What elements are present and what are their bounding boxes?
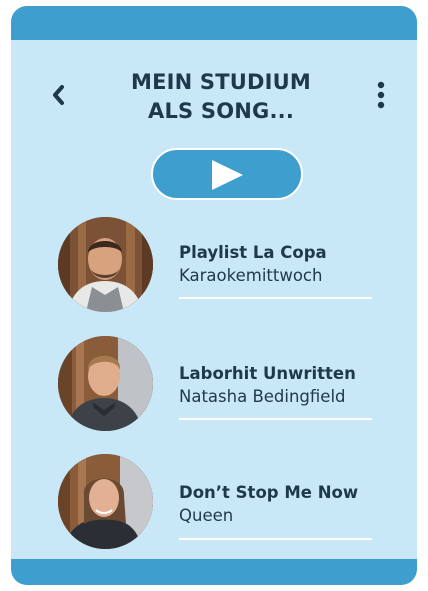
song-item[interactable]: Don’t Stop Me Now Queen <box>58 454 388 554</box>
page-title: MEIN STUDIUM ALS SONG... <box>101 68 341 126</box>
song-card: MEIN STUDIUM ALS SONG... Playlist La Cop… <box>9 4 419 587</box>
top-bar <box>11 6 417 40</box>
back-button[interactable] <box>47 80 71 110</box>
chevron-left-icon <box>53 85 64 105</box>
song-item[interactable]: Playlist La Copa Karaokemittwoch <box>58 217 388 317</box>
avatar <box>58 217 153 312</box>
song-title: Laborhit Unwritten <box>179 364 356 383</box>
song-artist: Natasha Bedingfield <box>179 387 346 406</box>
more-vertical-icon <box>377 81 385 109</box>
song-item[interactable]: Laborhit Unwritten Natasha Bedingfield <box>58 336 388 436</box>
song-divider <box>179 297 372 299</box>
play-icon <box>212 160 243 190</box>
song-title: Playlist La Copa <box>179 243 327 262</box>
page-title-line-1: MEIN STUDIUM <box>130 70 312 94</box>
page-title-line-2: ALS SONG... <box>148 99 294 123</box>
more-options-button[interactable] <box>371 80 391 112</box>
song-artist: Karaokemittwoch <box>179 266 323 285</box>
avatar <box>58 336 153 431</box>
song-divider <box>179 418 372 420</box>
bottom-bar <box>11 559 417 585</box>
play-button[interactable] <box>151 148 303 200</box>
song-artist: Queen <box>179 506 234 525</box>
song-title: Don’t Stop Me Now <box>179 483 359 502</box>
avatar <box>58 454 153 549</box>
song-divider <box>179 538 372 540</box>
